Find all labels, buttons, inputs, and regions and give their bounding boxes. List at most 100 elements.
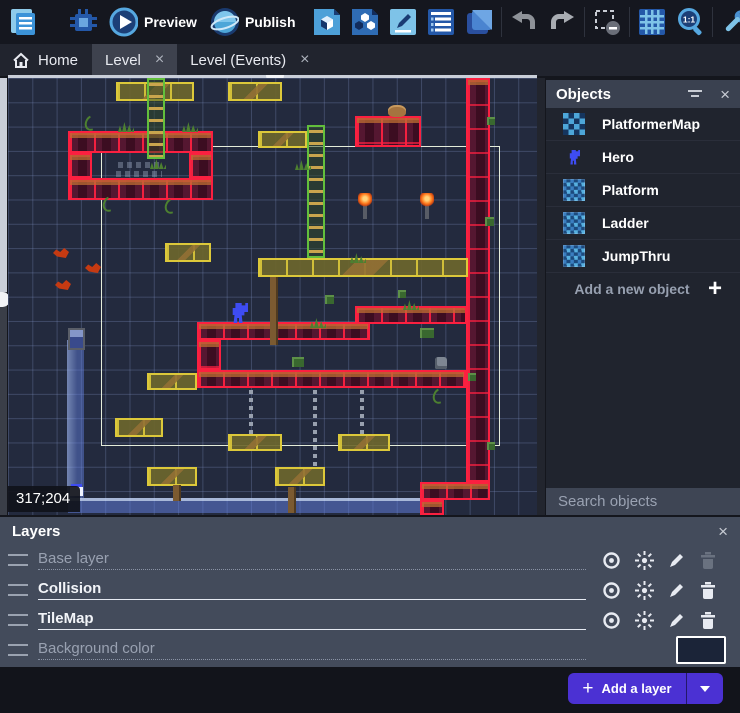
effects-icon[interactable] xyxy=(635,611,654,630)
tile-chain[interactable] xyxy=(360,390,364,434)
tab-level[interactable]: Level × xyxy=(92,44,177,76)
filter-icon[interactable] xyxy=(688,89,702,99)
debug-icon[interactable] xyxy=(68,7,98,37)
tile-waterfall[interactable] xyxy=(67,340,84,498)
add-layer-dropdown-button[interactable] xyxy=(687,673,723,704)
tile-deco[interactable] xyxy=(487,442,495,450)
tile-yellow[interactable] xyxy=(147,373,197,390)
tile-yellow[interactable] xyxy=(165,243,211,262)
drag-handle-icon[interactable] xyxy=(8,554,28,566)
visibility-eye-icon[interactable] xyxy=(602,581,621,600)
tile-ladder[interactable] xyxy=(147,78,165,159)
object-item-hero[interactable]: Hero xyxy=(546,141,740,174)
add-new-object-button[interactable]: Add a new object + xyxy=(546,273,740,305)
layer-name-field[interactable]: Background color xyxy=(38,640,586,660)
tile-ghost[interactable] xyxy=(116,171,162,177)
tile-deco[interactable] xyxy=(292,357,304,367)
tile-torch[interactable] xyxy=(358,193,372,219)
tile-yellow[interactable] xyxy=(147,467,197,486)
tile-yellow[interactable] xyxy=(228,434,282,451)
objects-editor-icon[interactable] xyxy=(312,7,342,37)
tile-chain[interactable] xyxy=(313,390,317,466)
tile-yellow[interactable] xyxy=(275,467,325,486)
close-icon[interactable]: × xyxy=(718,523,728,540)
drag-handle-icon[interactable] xyxy=(8,584,28,596)
object-item-jumpthru[interactable]: JumpThru xyxy=(546,240,740,273)
tile-yellow[interactable] xyxy=(258,258,468,277)
tile-deco[interactable] xyxy=(485,217,494,226)
tile-deco[interactable] xyxy=(487,117,495,125)
tile-ladder[interactable] xyxy=(307,125,325,258)
setup-grid-wrench-icon[interactable] xyxy=(720,7,740,37)
publish-icon[interactable] xyxy=(209,7,239,37)
tile-red[interactable] xyxy=(197,322,370,340)
close-tab-icon[interactable]: × xyxy=(155,52,164,68)
edit-pencil-icon[interactable] xyxy=(668,581,686,599)
object-groups-icon[interactable] xyxy=(350,7,380,37)
tile-yellow[interactable] xyxy=(338,434,390,451)
edit-pencil-icon[interactable] xyxy=(668,611,686,629)
tile-red[interactable] xyxy=(420,500,444,515)
object-item-ladder[interactable]: Ladder xyxy=(546,207,740,240)
tile-pool[interactable] xyxy=(68,498,420,513)
tile-skull[interactable] xyxy=(435,357,447,369)
search-objects-input[interactable] xyxy=(556,492,740,511)
delete-selection-icon[interactable] xyxy=(592,7,622,37)
delete-trash-icon[interactable] xyxy=(700,551,716,569)
layer-name-field[interactable]: Collision xyxy=(38,580,586,600)
tile-deco[interactable] xyxy=(420,328,434,338)
tile-ghost[interactable] xyxy=(118,162,160,168)
visibility-eye-icon[interactable] xyxy=(602,611,621,630)
project-manager-icon[interactable] xyxy=(8,7,38,37)
object-item-platform[interactable]: Platform xyxy=(546,174,740,207)
close-tab-icon[interactable]: × xyxy=(300,52,309,68)
instances-list-icon[interactable] xyxy=(426,7,456,37)
tile-red[interactable] xyxy=(68,131,213,153)
object-item-platformermap[interactable]: PlatformerMap xyxy=(546,108,740,141)
tile-pole[interactable] xyxy=(270,277,278,345)
tile-yellow[interactable] xyxy=(228,82,282,101)
redo-icon[interactable] xyxy=(547,7,577,37)
tile-pole[interactable] xyxy=(173,485,181,501)
layer-name-field[interactable]: Base layer xyxy=(38,550,586,570)
zoom-1-1-icon[interactable]: 1:1 xyxy=(675,7,705,37)
background-color-swatch[interactable] xyxy=(676,636,726,664)
effects-icon[interactable] xyxy=(635,551,654,570)
delete-trash-icon[interactable] xyxy=(700,581,716,599)
close-icon[interactable]: × xyxy=(720,86,730,103)
layer-name-field[interactable]: TileMap xyxy=(38,610,586,630)
preview-label[interactable]: Preview xyxy=(144,14,197,30)
tile-red[interactable] xyxy=(68,153,92,178)
properties-icon[interactable] xyxy=(388,7,418,37)
publish-label[interactable]: Publish xyxy=(245,14,296,30)
tile-red[interactable] xyxy=(466,78,490,482)
tile-red[interactable] xyxy=(68,178,213,200)
edit-pencil-icon[interactable] xyxy=(668,551,686,569)
tile-pole[interactable] xyxy=(288,487,296,513)
tile-yellow[interactable] xyxy=(115,418,163,437)
undo-icon[interactable] xyxy=(509,7,539,37)
tile-deco[interactable] xyxy=(398,290,406,298)
delete-trash-icon[interactable] xyxy=(700,611,716,629)
tile-red[interactable] xyxy=(197,370,466,388)
drag-handle-icon[interactable] xyxy=(8,614,28,626)
effects-icon[interactable] xyxy=(635,581,654,600)
scene-canvas[interactable]: 317;204 xyxy=(8,78,537,515)
grid-icon[interactable] xyxy=(637,7,667,37)
tile-red[interactable] xyxy=(189,153,213,178)
tile-critter[interactable] xyxy=(53,248,69,258)
tile-yellow[interactable] xyxy=(258,131,307,148)
tile-red[interactable] xyxy=(197,340,221,370)
visibility-eye-icon[interactable] xyxy=(602,551,621,570)
tile-pumpkin[interactable] xyxy=(388,105,406,117)
add-layer-button[interactable]: + Add a layer xyxy=(568,678,686,700)
tile-deco[interactable] xyxy=(468,373,476,381)
layers-toolbar-icon[interactable] xyxy=(464,7,494,37)
preview-icon[interactable] xyxy=(108,7,138,37)
tab-home[interactable]: Home xyxy=(0,44,92,76)
tile-critter[interactable] xyxy=(55,280,71,290)
tile-vine[interactable] xyxy=(82,113,101,133)
drag-handle-icon[interactable] xyxy=(8,644,28,656)
tile-torch[interactable] xyxy=(420,193,434,219)
tile-duck[interactable] xyxy=(70,330,83,348)
